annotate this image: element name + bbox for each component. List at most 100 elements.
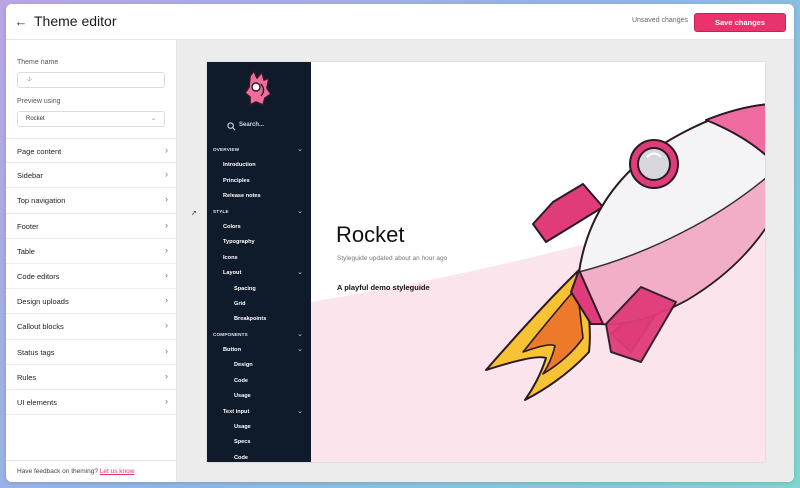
- feedback-prompt: Have feedback on theming?: [17, 468, 98, 475]
- section-item[interactable]: Code editors ›: [6, 264, 176, 290]
- section-item[interactable]: Status tags ›: [6, 340, 176, 365]
- nav-item-label: Text input: [223, 408, 250, 415]
- nav-item-label: COMPONENTS: [213, 331, 248, 337]
- section-item[interactable]: Callout blocks ›: [6, 314, 176, 340]
- chevron-down-icon[interactable]: ⌄: [297, 145, 303, 153]
- chevron-down-icon[interactable]: ⌄: [297, 345, 303, 353]
- mouse-cursor-icon: ➚: [191, 210, 197, 217]
- feedback-link[interactable]: Let us know: [100, 468, 135, 475]
- nav-item-label: Code: [234, 454, 248, 461]
- nav-item[interactable]: Layout ⌄: [207, 267, 311, 282]
- nav-item-label: Release notes: [223, 193, 261, 200]
- nav-item-label: Breakpoints: [234, 316, 267, 323]
- unsaved-status: Unsaved changes: [631, 17, 688, 24]
- nav-item[interactable]: Grid: [207, 298, 311, 313]
- nav-item[interactable]: Button ⌄: [207, 344, 311, 359]
- nav-item[interactable]: Text input ⌄: [207, 406, 311, 421]
- nav-item-label: Code: [234, 377, 248, 384]
- nav-item-label: Layout: [223, 270, 242, 277]
- nav-section-header[interactable]: STYLE ⌄: [207, 206, 311, 221]
- nav-section-header[interactable]: COMPONENTS ⌄: [207, 329, 311, 344]
- section-list: Page content › Sidebar › Top navigation › Foot…: [6, 138, 176, 416]
- section-item-label: Code editors: [17, 271, 60, 281]
- chevron-right-icon: ›: [165, 269, 168, 280]
- nav-item[interactable]: Colors: [207, 221, 311, 236]
- back-arrow-icon[interactable]: ←: [12, 13, 30, 31]
- chevron-right-icon: ›: [165, 145, 168, 155]
- header-bar: ← Theme editor Unsaved changes Save chan…: [6, 4, 794, 40]
- section-item[interactable]: Page content ›: [6, 138, 176, 164]
- nav-item-label: Introduction: [223, 162, 256, 169]
- feedback-text: Have feedback on theming? Let us know: [17, 468, 134, 475]
- nav-item-label: Button: [223, 347, 242, 354]
- section-item-label: Status tags: [17, 347, 55, 357]
- nav-item-label: Usage: [234, 424, 251, 431]
- section-item[interactable]: Table ›: [6, 239, 176, 264]
- preview-hero: Rocket Styleguide updated about an hour …: [311, 62, 765, 462]
- section-item[interactable]: Top navigation ›: [6, 188, 176, 214]
- app-window: ← Theme editor Unsaved changes Save chan…: [6, 4, 794, 482]
- nav-item[interactable]: Principles: [207, 175, 311, 190]
- nav-item-label: Typography: [223, 239, 255, 246]
- section-item-label: Rules: [17, 372, 37, 382]
- chevron-down-icon: ⌄: [150, 116, 156, 122]
- hero-tagline: A playful demo styleguide: [337, 283, 430, 292]
- search-icon: [227, 122, 236, 131]
- nav-item-label: Colors: [223, 223, 241, 230]
- preview-select[interactable]: Rocket ⌄: [17, 111, 165, 127]
- hero-subtitle: Styleguide updated about an hour ago: [337, 255, 448, 262]
- page-title: Theme editor: [34, 13, 117, 29]
- nav-item[interactable]: Typography: [207, 236, 311, 251]
- preview-using-label: Preview using: [17, 98, 61, 105]
- chevron-right-icon: ›: [165, 320, 168, 331]
- theme-name-label: Theme name: [17, 59, 59, 66]
- theme-name-value: ·ᴊ·: [26, 77, 33, 83]
- nav-item-label: Grid: [234, 300, 246, 307]
- nav-item[interactable]: Code: [207, 452, 311, 462]
- nav-item[interactable]: Release notes: [207, 190, 311, 205]
- nav-item[interactable]: Code: [207, 375, 311, 390]
- nav-section-header[interactable]: OVERVIEW ⌄: [207, 144, 311, 159]
- chevron-right-icon: ›: [165, 295, 168, 306]
- nav-item[interactable]: Usage: [207, 421, 311, 436]
- section-item[interactable]: Footer ›: [6, 214, 176, 239]
- rocket-logo-icon: [244, 70, 272, 106]
- search-label: Search...: [239, 122, 265, 128]
- chevron-right-icon: ›: [165, 169, 168, 180]
- nav-item[interactable]: Introduction: [207, 159, 311, 174]
- preview-select-value: Rocket: [26, 116, 45, 122]
- nav-item[interactable]: Breakpoints: [207, 313, 311, 328]
- nav-item[interactable]: Design: [207, 359, 311, 374]
- section-item-label: UI elements: [17, 397, 58, 407]
- styleguide-preview: Search... OVERVIEW ⌄ Introduction Principle…: [207, 62, 765, 462]
- chevron-right-icon: ›: [165, 395, 168, 406]
- preview-sidebar: Search... OVERVIEW ⌄ Introduction Principle…: [207, 62, 311, 462]
- rocket-illustration: [311, 103, 765, 462]
- nav-item[interactable]: Icons: [207, 252, 311, 267]
- chevron-down-icon[interactable]: ⌄: [297, 330, 303, 338]
- section-item-label: Top navigation: [17, 196, 66, 206]
- chevron-down-icon[interactable]: ⌄: [297, 268, 303, 276]
- nav-item[interactable]: Specs: [207, 436, 311, 451]
- theme-name-input[interactable]: ·ᴊ·: [17, 72, 165, 88]
- hero-title: Rocket: [336, 222, 405, 247]
- feedback-bar: Have feedback on theming? Let us know: [6, 460, 176, 482]
- section-item[interactable]: Rules ›: [6, 365, 176, 390]
- nav-item-label: Specs: [234, 439, 251, 446]
- save-button[interactable]: Save changes: [694, 13, 786, 32]
- chevron-right-icon: ›: [165, 345, 168, 356]
- chevron-down-icon[interactable]: ⌄: [297, 207, 303, 215]
- section-item-label: Sidebar: [17, 171, 43, 181]
- section-item-label: Callout blocks: [17, 322, 64, 332]
- preview-area: ➚ Search... OVERVIEW ⌄ Introduction Princip…: [177, 40, 794, 482]
- section-item[interactable]: Design uploads ›: [6, 289, 176, 315]
- section-item-label: Design uploads: [17, 297, 69, 307]
- chevron-down-icon[interactable]: ⌄: [297, 407, 303, 415]
- nav-item-label: Principles: [223, 177, 250, 184]
- chevron-right-icon: ›: [165, 219, 168, 230]
- section-item[interactable]: Sidebar ›: [6, 163, 176, 189]
- section-item[interactable]: UI elements ›: [6, 390, 176, 416]
- nav-item[interactable]: Usage: [207, 390, 311, 405]
- nav-item[interactable]: Spacing: [207, 283, 311, 298]
- chevron-right-icon: ›: [165, 370, 168, 381]
